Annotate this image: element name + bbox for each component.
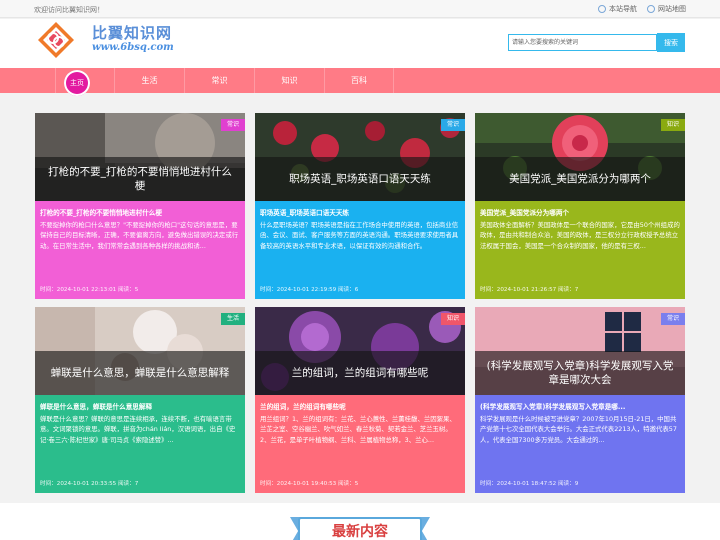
article-desc: 什么是职场英语？职场英语是指在工作场合中使用的英语，包括商业信函、会议、面试、客… [260, 221, 459, 250]
section-title: 最新内容 [332, 524, 388, 540]
compass-icon [598, 5, 606, 13]
article-title[interactable]: 打枪的不要_打枪的不要悄悄地进村什么梗 [40, 207, 240, 217]
article-caption: 蝉联是什么意思，蝉联是什么意思解释 [35, 351, 245, 395]
article-body: (科学发展观写入党章)科学发展观写入党章是哪... 科学发展观是什么时候被写进党… [475, 395, 685, 493]
nav-home-badge[interactable]: 主页 [64, 70, 90, 96]
search-input[interactable] [508, 34, 657, 51]
main-nav: 生活 常识 知识 百科 [0, 68, 720, 93]
article-caption: 打枪的不要_打枪的不要悄悄地进村什么梗 [35, 157, 245, 201]
site-name: 比翼知识网 [92, 24, 173, 42]
nav-item-knowledge-label: 知识 [281, 76, 298, 85]
article-title[interactable]: 蝉联是什么意思，蝉联是什么意思解释 [40, 401, 240, 411]
sitemap-link[interactable]: 网站地图 [647, 4, 686, 14]
article-body: 蝉联是什么意思，蝉联是什么意思解释 蝉联是什么意思？蝉联的意思是连续相承，连续不… [35, 395, 245, 493]
article-meta: 时间：2024-10-01 22:19:59 阅读：6 [260, 287, 359, 293]
welcome-text: 欢迎访问比翼知识网！ [34, 6, 104, 14]
article-meta: 时间：2024-10-01 21:26:57 阅读：7 [480, 287, 579, 293]
article-title[interactable]: 兰的组词，兰的组词有哪些呢 [260, 401, 460, 411]
site-logo[interactable] [36, 20, 76, 60]
article-meta: 时间：2024-10-01 19:40:53 阅读：5 [260, 481, 359, 487]
article-body: 兰的组词，兰的组词有哪些呢 用兰组词？1、兰的组词有：兰花、兰心蕙性、兰薰桂馥、… [255, 395, 465, 493]
site-url: www.6bsq.com [92, 42, 174, 53]
nav-item-wiki-label: 百科 [351, 76, 367, 85]
nav-item-wiki[interactable]: 百科 [324, 68, 394, 93]
article-card[interactable]: (科学发展观写入党章)科学发展观写入党章是哪次大会 常识 (科学发展观写入党章)… [475, 307, 685, 493]
category-tag[interactable]: 常识 [661, 313, 685, 325]
article-desc: 用兰组词？1、兰的组词有：兰花、兰心蕙性、兰薰桂馥、兰因絮果、兰芷之室、空谷幽兰… [260, 415, 456, 444]
article-body: 打枪的不要_打枪的不要悄悄地进村什么梗 不要捉掉你的枪口什么意思？"不要捉掉你的… [35, 201, 245, 299]
top-bar: 欢迎访问比翼知识网！ 本站导航 网站地图 [0, 0, 720, 18]
article-caption: (科学发展观写入党章)科学发展观写入党章是哪次大会 [475, 351, 685, 395]
article-desc: 美国政体全面解析？美国政体是一个联合的国家，它是由50个州组成的政体，是由共和制… [480, 221, 680, 250]
article-meta: 时间：2024-10-01 22:13:01 阅读：5 [40, 287, 139, 293]
article-card[interactable]: 职场英语_职场英语口语天天练 常识 职场英语_职场英语口语天天练 什么是职场英语… [255, 113, 465, 299]
category-tag[interactable]: 生活 [221, 313, 245, 325]
article-caption: 美国党派_美国党派分为哪两个 [475, 157, 685, 201]
site-nav-label: 本站导航 [609, 5, 637, 13]
nav-item-life[interactable]: 生活 [114, 68, 184, 93]
article-card[interactable]: 蝉联是什么意思，蝉联是什么意思解释 生活 蝉联是什么意思，蝉联是什么意思解释 蝉… [35, 307, 245, 493]
nav-item-life-label: 生活 [141, 76, 158, 85]
article-desc: 科学发展观是什么时候被写进党章？2007年10月15日-21日，中国共产党第十七… [480, 415, 677, 444]
article-caption: 兰的组词，兰的组词有哪些呢 [255, 351, 465, 395]
article-title[interactable]: (科学发展观写入党章)科学发展观写入党章是哪... [480, 401, 680, 411]
category-tag[interactable]: 常识 [441, 119, 465, 131]
article-card[interactable]: 美国党派_美国党派分为哪两个 知识 美国党派_美国党派分为哪两个 美国政体全面解… [475, 113, 685, 299]
category-tag[interactable]: 知识 [441, 313, 465, 325]
nav-item-common[interactable]: 常识 [184, 68, 254, 93]
article-meta: 时间：2024-10-01 18:47:52 阅读：9 [480, 481, 579, 487]
article-body: 美国党派_美国党派分为哪两个 美国政体全面解析？美国政体是一个联合的国家，它是由… [475, 201, 685, 299]
nav-item-knowledge[interactable]: 知识 [254, 68, 324, 93]
category-tag[interactable]: 常识 [221, 119, 245, 131]
article-card[interactable]: 兰的组词，兰的组词有哪些呢 知识 兰的组词，兰的组词有哪些呢 用兰组词？1、兰的… [255, 307, 465, 493]
article-caption: 职场英语_职场英语口语天天练 [255, 157, 465, 201]
globe-icon [647, 5, 655, 13]
search-button[interactable]: 搜索 [657, 33, 685, 52]
article-card[interactable]: 打枪的不要_打枪的不要悄悄地进村什么梗 常识 打枪的不要_打枪的不要悄悄地进村什… [35, 113, 245, 299]
nav-item-common-label: 常识 [211, 76, 228, 85]
article-title[interactable]: 美国党派_美国党派分为哪两个 [480, 207, 680, 217]
category-tag[interactable]: 知识 [661, 119, 685, 131]
site-nav-link[interactable]: 本站导航 [598, 4, 637, 14]
sitemap-label: 网站地图 [658, 5, 686, 13]
article-body: 职场英语_职场英语口语天天练 什么是职场英语？职场英语是指在工作场合中使用的英语… [255, 201, 465, 299]
article-title[interactable]: 职场英语_职场英语口语天天练 [260, 207, 460, 217]
article-desc: 不要捉掉你的枪口什么意思？"不要捉掉你的枪口"这句话的意思是，要保持自己的目标清… [40, 221, 239, 250]
article-desc: 蝉联是什么意思？蝉联的意思是连续相承，连续不断，也有喻语言带意。文词聚锁的意思。… [40, 415, 236, 444]
article-meta: 时间：2024-10-01 20:33:55 阅读：7 [40, 481, 139, 487]
